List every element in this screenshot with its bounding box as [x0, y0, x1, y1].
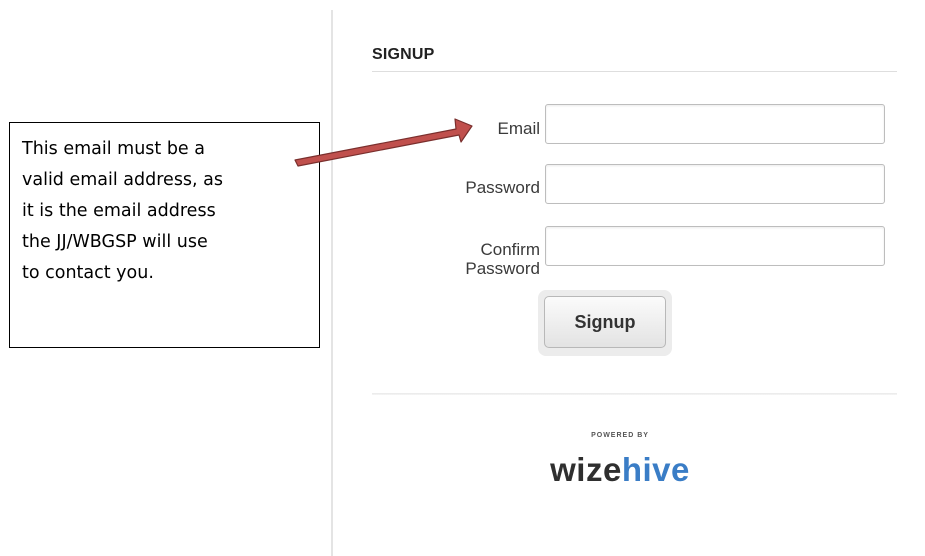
callout-arrow-icon [294, 118, 473, 167]
